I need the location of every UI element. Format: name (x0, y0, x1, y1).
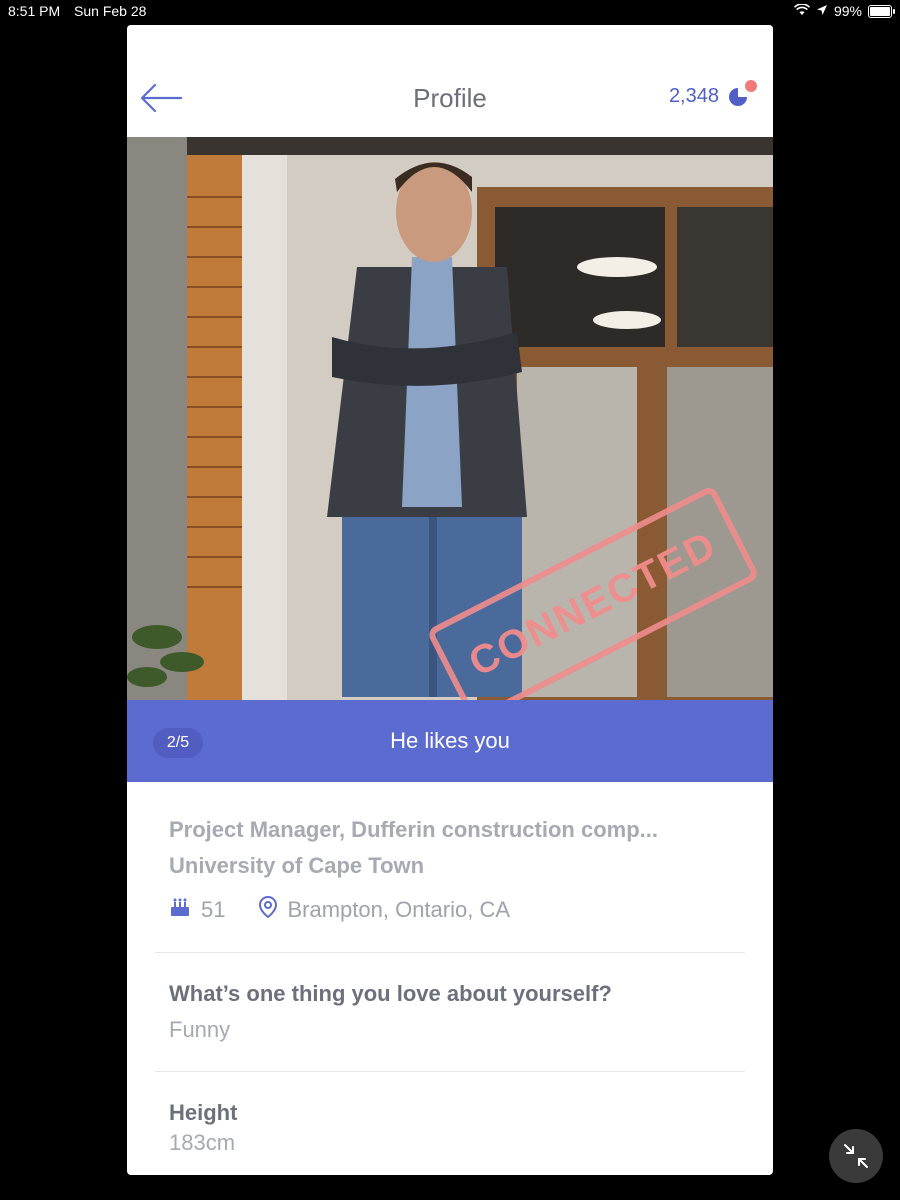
prompt-question: What’s one thing you love about yourself… (169, 981, 612, 1006)
status-time: 8:51 PM (8, 3, 61, 19)
location: Brampton, Ontario, CA (287, 897, 511, 922)
job-title: Project Manager, Dufferin construction c… (169, 817, 658, 842)
height-section: Height 183cm (127, 1072, 773, 1156)
status-right: 99% (793, 3, 895, 19)
prompt-answer: What’s one thing you love about yourself… (127, 953, 773, 1043)
prompt-answer-text: Funny (169, 1017, 231, 1042)
like-banner: 2/5 He likes you (127, 700, 773, 782)
battery-percent: 99% (833, 3, 862, 19)
height-label: Height (169, 1100, 238, 1125)
notification-dot (745, 79, 757, 92)
wifi-icon (793, 3, 811, 19)
credits-count: 2,348 (668, 85, 719, 107)
status-date: Sun Feb 28 (74, 3, 147, 19)
profile-info: Project Manager, Dufferin construction c… (127, 782, 773, 924)
status-bar: 8:51 PM Sun Feb 28 99% (0, 0, 900, 24)
profile-photo[interactable]: CONNECTED 2/5 He likes you (127, 137, 773, 782)
cake-icon (169, 896, 191, 924)
photo-image (127, 137, 773, 782)
credits-button[interactable]: 2,348 (668, 79, 757, 108)
age: 51 (201, 897, 226, 922)
location-arrow-icon (816, 3, 828, 19)
profile-meta: 51 Brampton, Ontario, CA (169, 895, 731, 924)
profile-card: Profile 2,348 CONNECTED 2/5 He likes you… (127, 25, 773, 1175)
pie-icon (727, 79, 757, 108)
header: Profile 2,348 (127, 25, 773, 137)
school: University of Cape Town (169, 853, 425, 878)
status-left: 8:51 PM Sun Feb 28 (8, 3, 156, 19)
battery-icon (868, 4, 895, 18)
height-value: 183cm (169, 1130, 236, 1155)
collapse-arrows-icon (844, 1144, 868, 1168)
like-caption: He likes you (390, 728, 510, 753)
minimize-button[interactable] (829, 1129, 883, 1183)
location-pin-icon (259, 895, 278, 924)
